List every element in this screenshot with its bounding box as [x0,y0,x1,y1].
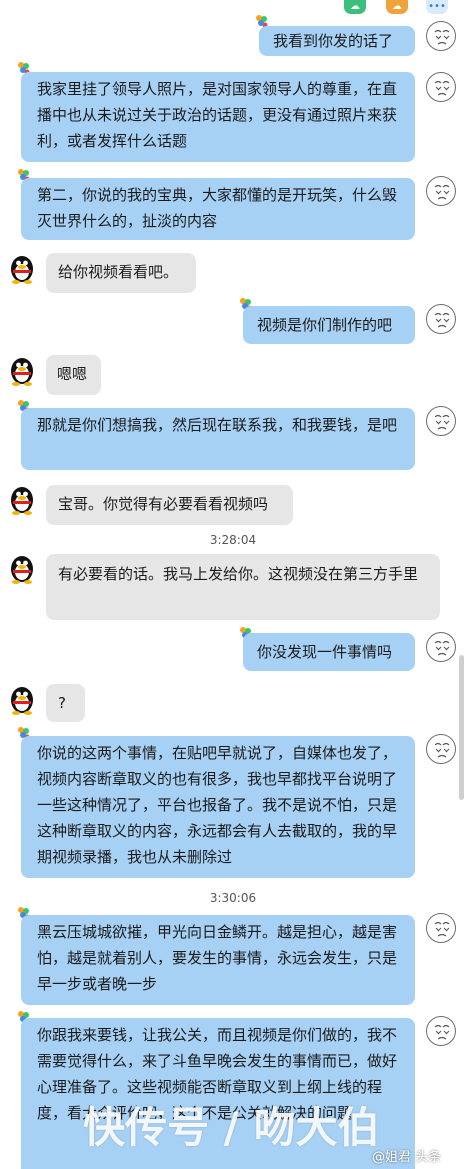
avatar[interactable] [426,1016,456,1046]
avatar[interactable] [426,406,456,436]
message-bubble-incoming[interactable]: 给你视频看看吧。 [46,253,196,293]
message-timestamp: 3:30:06 [209,891,257,905]
avatar[interactable] [426,304,456,334]
message-bubble-outgoing[interactable]: 你说的这两个事情，在贴吧早就说了，自媒体也发了，视频内容断章取义的也有很多，我也… [21,736,415,878]
scrollbar-thumb[interactable] [459,655,464,800]
qq-penguin-avatar[interactable] [6,252,38,284]
avatar[interactable] [426,632,456,662]
message-timestamp: 3:28:04 [209,533,257,547]
avatar[interactable] [426,21,456,51]
more-icon[interactable]: ••• [426,0,448,14]
avatar[interactable] [426,734,456,764]
message-bubble-outgoing[interactable]: 第二，你说的我的宝典，大家都懂的是开玩笑，什么毁灭世界什么的，扯淡的内容 [21,178,415,240]
message-bubble-incoming[interactable]: ? [46,684,85,722]
qq-penguin-avatar[interactable] [6,354,38,386]
watermark-credit: @姐君 头条 [372,1150,442,1165]
message-bubble-outgoing[interactable]: 视频是你们制作的吧 [243,306,415,344]
qq-penguin-avatar[interactable] [6,552,38,584]
message-bubble-incoming[interactable]: 有必要看的话。我马上发给你。这视频没在第三方手里 [46,554,440,620]
message-bubble-incoming[interactable]: 嗯嗯 [46,355,101,395]
message-bubble-outgoing[interactable]: 我看到你发的话了 [259,26,415,56]
avatar[interactable] [426,176,456,206]
cloud-icon[interactable]: ☁ [386,0,408,14]
cloud-icon[interactable]: ☁ [344,0,366,14]
avatar[interactable] [426,913,456,943]
message-bubble-outgoing[interactable]: 你没发现一件事情吗 [243,633,415,671]
qq-penguin-avatar[interactable] [6,483,38,515]
watermark-text: 快传号 / 吻大伯 [83,1103,380,1152]
avatar[interactable] [426,72,456,102]
message-bubble-incoming[interactable]: 宝哥。你觉得有必要看看视频吗 [46,485,293,525]
message-bubble-outgoing[interactable]: 我家里挂了领导人照片，是对国家领导人的尊重，在直播中也从未说过关于政治的话题，更… [21,72,415,162]
message-bubble-outgoing[interactable]: 那就是你们想搞我，然后现在联系我，和我要钱，是吧 [21,408,415,470]
message-bubble-outgoing[interactable]: 黑云压城城欲摧，甲光向日金鳞开。越是担心，越是害怕，越是就着别人，要发生的事情，… [21,915,415,1005]
qq-penguin-avatar[interactable] [6,683,38,715]
